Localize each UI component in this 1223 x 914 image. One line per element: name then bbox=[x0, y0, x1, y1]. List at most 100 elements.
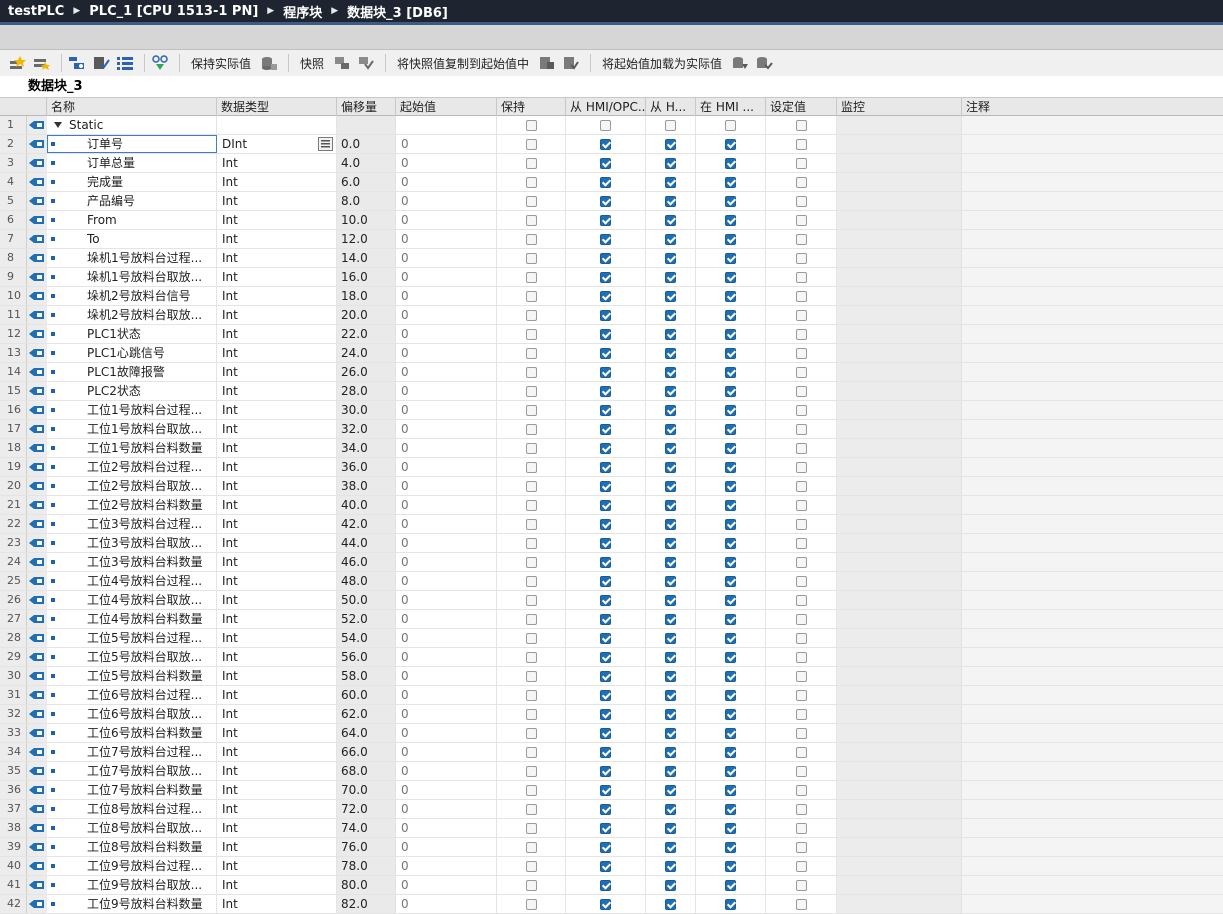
row-type[interactable]: Int bbox=[217, 667, 337, 685]
hmi-write-checkbox[interactable] bbox=[665, 556, 676, 568]
retain-checkbox[interactable] bbox=[525, 309, 537, 321]
row-comment[interactable] bbox=[962, 610, 1223, 628]
row-name[interactable]: 垛机2号放料台取放... bbox=[47, 306, 217, 324]
db-icon[interactable] bbox=[259, 53, 279, 73]
retain-checkbox[interactable] bbox=[525, 898, 537, 910]
row-name[interactable]: 工位3号放料台取放... bbox=[47, 534, 217, 552]
row-type[interactable]: Int bbox=[217, 534, 337, 552]
row-start[interactable]: 0 bbox=[396, 648, 497, 666]
hmi-write-checkbox[interactable] bbox=[665, 670, 676, 682]
hmi-visible-checkbox[interactable] bbox=[725, 613, 736, 625]
row-type[interactable]: Int bbox=[217, 572, 337, 590]
row-comment[interactable] bbox=[962, 287, 1223, 305]
hmi-write-checkbox[interactable] bbox=[665, 879, 676, 891]
retain-checkbox[interactable] bbox=[525, 366, 537, 378]
retain-checkbox[interactable] bbox=[525, 841, 537, 853]
row-start[interactable]: 0 bbox=[396, 610, 497, 628]
hmi-visible-checkbox[interactable] bbox=[725, 898, 736, 910]
hmi-write-checkbox[interactable] bbox=[665, 803, 676, 815]
setpoint-checkbox[interactable] bbox=[795, 271, 807, 283]
table-row[interactable]: 31 工位6号放料台过程... Int 60.0 0 bbox=[0, 686, 1223, 705]
hmi-write-checkbox[interactable] bbox=[665, 138, 676, 150]
copy-icon[interactable] bbox=[537, 53, 557, 73]
setpoint-checkbox[interactable] bbox=[795, 898, 807, 910]
row-type[interactable]: Int bbox=[217, 154, 337, 172]
snapshot-compare-icon[interactable] bbox=[356, 53, 376, 73]
row-name[interactable]: 工位6号放料台料数量 bbox=[47, 724, 217, 742]
breadcrumb-project[interactable]: testPLC bbox=[8, 4, 64, 19]
row-name[interactable]: 工位9号放料台取放... bbox=[47, 876, 217, 894]
hmi-access-checkbox[interactable] bbox=[600, 404, 611, 416]
row-type[interactable]: Int bbox=[217, 439, 337, 457]
row-name[interactable]: To bbox=[47, 230, 217, 248]
row-name[interactable]: 工位7号放料台取放... bbox=[47, 762, 217, 780]
row-start[interactable]: 0 bbox=[396, 553, 497, 571]
table-row[interactable]: 9 垛机1号放料台取放... Int 16.0 0 bbox=[0, 268, 1223, 287]
row-start[interactable]: 0 bbox=[396, 363, 497, 381]
row-start[interactable]: 0 bbox=[396, 325, 497, 343]
row-comment[interactable] bbox=[962, 249, 1223, 267]
row-name[interactable]: 工位6号放料台过程... bbox=[47, 686, 217, 704]
hmi-visible-checkbox[interactable] bbox=[725, 214, 736, 226]
row-start[interactable]: 0 bbox=[396, 496, 497, 514]
hmi-visible-checkbox[interactable] bbox=[725, 746, 736, 758]
row-comment[interactable] bbox=[962, 762, 1223, 780]
retain-checkbox[interactable] bbox=[525, 518, 537, 530]
row-name[interactable]: PLC1故障报警 bbox=[47, 363, 217, 381]
hmi-write-checkbox[interactable] bbox=[665, 328, 676, 340]
hmi-visible-checkbox[interactable] bbox=[725, 385, 736, 397]
table-row[interactable]: 34 工位7号放料台过程... Int 66.0 0 bbox=[0, 743, 1223, 762]
table-row[interactable]: 39 工位8号放料台料数量 Int 76.0 0 bbox=[0, 838, 1223, 857]
retain-checkbox[interactable] bbox=[525, 879, 537, 891]
row-name[interactable]: 工位9号放料台料数量 bbox=[47, 895, 217, 913]
hmi-write-checkbox[interactable] bbox=[665, 689, 676, 701]
row-name[interactable]: PLC1心跳信号 bbox=[47, 344, 217, 362]
hmi-access-checkbox[interactable] bbox=[600, 309, 611, 321]
row-comment[interactable] bbox=[962, 838, 1223, 856]
retain-checkbox[interactable] bbox=[525, 632, 537, 644]
load-icon[interactable] bbox=[730, 53, 750, 73]
row-type[interactable]: Int bbox=[217, 325, 337, 343]
hmi-write-checkbox[interactable] bbox=[665, 214, 676, 226]
hmi-access-checkbox[interactable] bbox=[600, 385, 611, 397]
row-name[interactable]: 产品编号 bbox=[47, 192, 217, 210]
setpoint-checkbox[interactable] bbox=[795, 290, 807, 302]
hmi-visible-checkbox[interactable] bbox=[725, 252, 736, 264]
row-comment[interactable] bbox=[962, 800, 1223, 818]
table-row[interactable]: 32 工位6号放料台取放... Int 62.0 0 bbox=[0, 705, 1223, 724]
hmi-access-checkbox[interactable] bbox=[600, 518, 611, 530]
row-start[interactable]: 0 bbox=[396, 534, 497, 552]
retain-checkbox[interactable] bbox=[525, 233, 537, 245]
row-type[interactable]: Int bbox=[217, 705, 337, 723]
row-type[interactable]: Int bbox=[217, 800, 337, 818]
table-row[interactable]: 35 工位7号放料台取放... Int 68.0 0 bbox=[0, 762, 1223, 781]
hmi-visible-checkbox[interactable] bbox=[725, 480, 736, 492]
setpoint-checkbox[interactable] bbox=[795, 119, 807, 131]
row-start[interactable]: 0 bbox=[396, 344, 497, 362]
row-name[interactable]: 订单号 bbox=[47, 135, 217, 153]
row-type[interactable]: Int bbox=[217, 344, 337, 362]
hmi-write-checkbox[interactable] bbox=[665, 423, 676, 435]
row-type[interactable]: Int bbox=[217, 553, 337, 571]
retain-checkbox[interactable] bbox=[525, 214, 537, 226]
row-type[interactable]: Int bbox=[217, 458, 337, 476]
table-row[interactable]: 29 工位5号放料台取放... Int 56.0 0 bbox=[0, 648, 1223, 667]
hmi-access-checkbox[interactable] bbox=[600, 214, 611, 226]
row-start[interactable]: 0 bbox=[396, 667, 497, 685]
setpoint-checkbox[interactable] bbox=[795, 157, 807, 169]
row-type[interactable]: Int bbox=[217, 211, 337, 229]
setpoint-checkbox[interactable] bbox=[795, 404, 807, 416]
hmi-access-checkbox[interactable] bbox=[600, 499, 611, 511]
header-hmi-visible[interactable]: 在 HMI ... bbox=[696, 98, 766, 116]
row-name[interactable]: 工位1号放料台料数量 bbox=[47, 439, 217, 457]
hmi-write-checkbox[interactable] bbox=[665, 176, 676, 188]
row-type[interactable]: Int bbox=[217, 382, 337, 400]
table-row[interactable]: 22 工位3号放料台过程... Int 42.0 0 bbox=[0, 515, 1223, 534]
table-row[interactable]: 38 工位8号放料台取放... Int 74.0 0 bbox=[0, 819, 1223, 838]
header-monitor[interactable]: 监控 bbox=[837, 98, 962, 116]
row-type[interactable]: Int bbox=[217, 515, 337, 533]
retain-checkbox[interactable] bbox=[525, 651, 537, 663]
row-start[interactable]: 0 bbox=[396, 876, 497, 894]
row-type[interactable]: Int bbox=[217, 230, 337, 248]
hmi-access-checkbox[interactable] bbox=[600, 423, 611, 435]
